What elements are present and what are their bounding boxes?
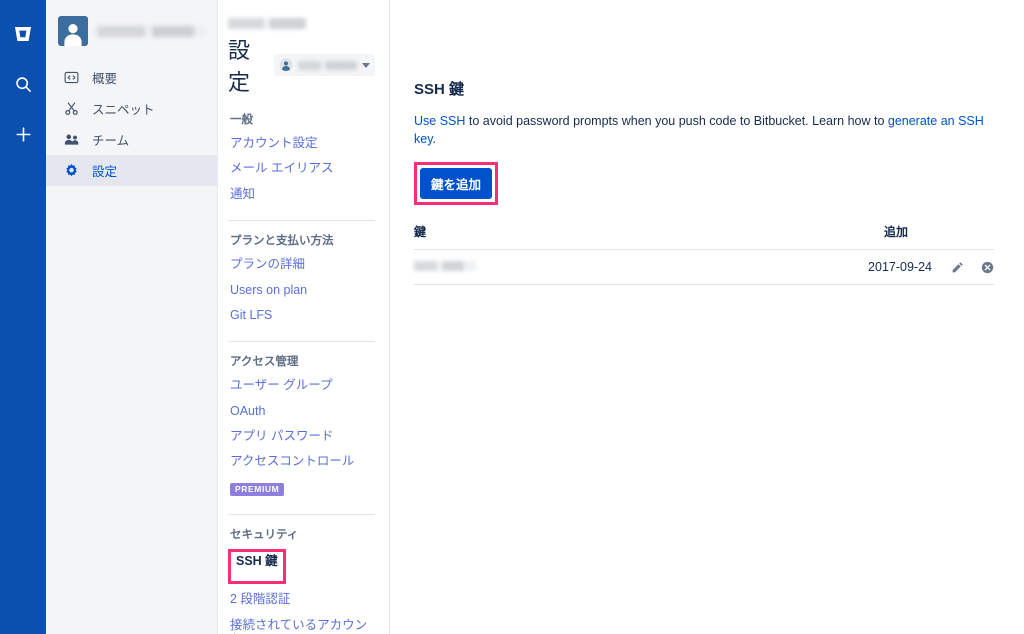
add-key-button[interactable]: 鍵を追加 xyxy=(420,168,493,199)
settings-link-notifications[interactable]: 通知 xyxy=(230,187,375,201)
user-avatar xyxy=(58,16,88,46)
settings-group-general: 一般 アカウント設定 メール エイリアス 通知 xyxy=(228,111,375,220)
app-root: 概要 スニペット チーム 設定 設定 一般 アカウント設定 メール エイリアス … xyxy=(0,0,1024,634)
cell-key-name xyxy=(414,249,669,286)
settings-group-access-management: アクセス管理 ユーザー グループ OAuth アプリ パスワード アクセスコント… xyxy=(228,341,375,514)
key-name-redacted xyxy=(414,261,476,272)
main-content: SSH 鍵 Use SSH to avoid password prompts … xyxy=(390,0,1024,634)
settings-nav-column: 設定 一般 アカウント設定 メール エイリアス 通知 プランと支払い方法 プラン… xyxy=(218,0,390,634)
people-icon xyxy=(64,132,86,147)
settings-link-ssh-keys[interactable]: SSH 鍵 xyxy=(232,552,282,570)
add-key-highlight-box: 鍵を追加 xyxy=(414,162,499,205)
group-title: 一般 xyxy=(230,114,253,126)
chevron-down-icon xyxy=(362,62,370,68)
circle-x-icon[interactable] xyxy=(981,261,994,274)
settings-link-git-lfs[interactable]: Git LFS xyxy=(230,308,375,322)
breadcrumb-redacted xyxy=(228,18,306,29)
settings-link-connected-accounts[interactable]: 接続されているアカウント xyxy=(230,618,375,634)
settings-group-security: セキュリティ SSH 鍵 2 段階認証 接続されているアカウント セッション 監… xyxy=(228,513,375,634)
account-selector[interactable] xyxy=(273,54,375,76)
settings-link-two-step-verification[interactable]: 2 段階認証 xyxy=(230,592,375,606)
sidebar-item-label: スニペット xyxy=(92,103,155,117)
settings-link-account-settings[interactable]: アカウント設定 xyxy=(230,136,375,150)
search-icon[interactable] xyxy=(7,68,39,100)
table-row: 2017-09-24 xyxy=(414,249,994,286)
group-title: アクセス管理 xyxy=(230,356,299,369)
settings-group-plans-billing: プランと支払い方法 プランの詳細 Users on plan Git LFS xyxy=(228,220,375,341)
username-redacted xyxy=(97,25,207,37)
sidebar-item-label: チーム xyxy=(92,134,130,148)
table-header-row: 鍵 追加 xyxy=(414,223,994,250)
ssh-keys-highlight-box: SSH 鍵 xyxy=(228,548,286,585)
code-brackets-icon xyxy=(64,70,86,85)
account-selector-value-redacted xyxy=(297,60,357,70)
pencil-icon[interactable] xyxy=(951,261,964,274)
gear-icon xyxy=(64,163,86,178)
settings-link-users-on-plan[interactable]: Users on plan xyxy=(230,283,375,297)
column-header-actions xyxy=(932,223,994,250)
sidebar-item-teams[interactable]: チーム xyxy=(46,124,217,155)
product-rail xyxy=(0,0,46,634)
settings-link-access-control[interactable]: アクセスコントロール xyxy=(230,454,375,468)
group-title: セキュリティ xyxy=(230,528,299,541)
create-icon[interactable] xyxy=(7,118,39,150)
account-sidebar: 概要 スニペット チーム 設定 xyxy=(46,0,218,634)
premium-badge: PREMIUM xyxy=(230,482,285,496)
settings-link-plan-details[interactable]: プランの詳細 xyxy=(230,257,375,271)
column-header-added: 追加 xyxy=(668,223,932,250)
sidebar-profile[interactable] xyxy=(46,10,217,52)
use-ssh-link[interactable]: Use SSH xyxy=(414,114,465,128)
description-middle-text: to avoid password prompts when you push … xyxy=(465,114,888,128)
settings-link-user-groups[interactable]: ユーザー グループ xyxy=(230,378,375,392)
cell-added-date: 2017-09-24 xyxy=(668,249,932,286)
group-title: プランと支払い方法 xyxy=(230,235,334,248)
cell-row-actions xyxy=(932,249,994,286)
scissors-icon xyxy=(64,101,86,116)
main-description: Use SSH to avoid password prompts when y… xyxy=(414,113,994,148)
settings-link-app-passwords[interactable]: アプリ パスワード xyxy=(230,429,375,443)
column-header-key: 鍵 xyxy=(414,223,669,250)
ssh-keys-table: 鍵 追加 2017-09-24 xyxy=(414,223,994,286)
sidebar-item-snippets[interactable]: スニペット xyxy=(46,93,217,124)
main-heading: SSH 鍵 xyxy=(414,81,465,98)
sidebar-item-settings[interactable]: 設定 xyxy=(46,155,217,186)
account-selector-avatar xyxy=(279,58,293,72)
sidebar-item-label: 概要 xyxy=(92,72,118,86)
page-title: 設定 xyxy=(228,38,251,95)
sidebar-item-overview[interactable]: 概要 xyxy=(46,62,217,93)
settings-link-oauth[interactable]: OAuth xyxy=(230,404,375,418)
sidebar-item-label: 設定 xyxy=(92,165,118,179)
bitbucket-logo-icon[interactable] xyxy=(7,18,39,50)
settings-header: 設定 xyxy=(228,33,375,97)
settings-link-email-aliases[interactable]: メール エイリアス xyxy=(230,161,375,175)
description-tail-text: . xyxy=(432,131,437,146)
